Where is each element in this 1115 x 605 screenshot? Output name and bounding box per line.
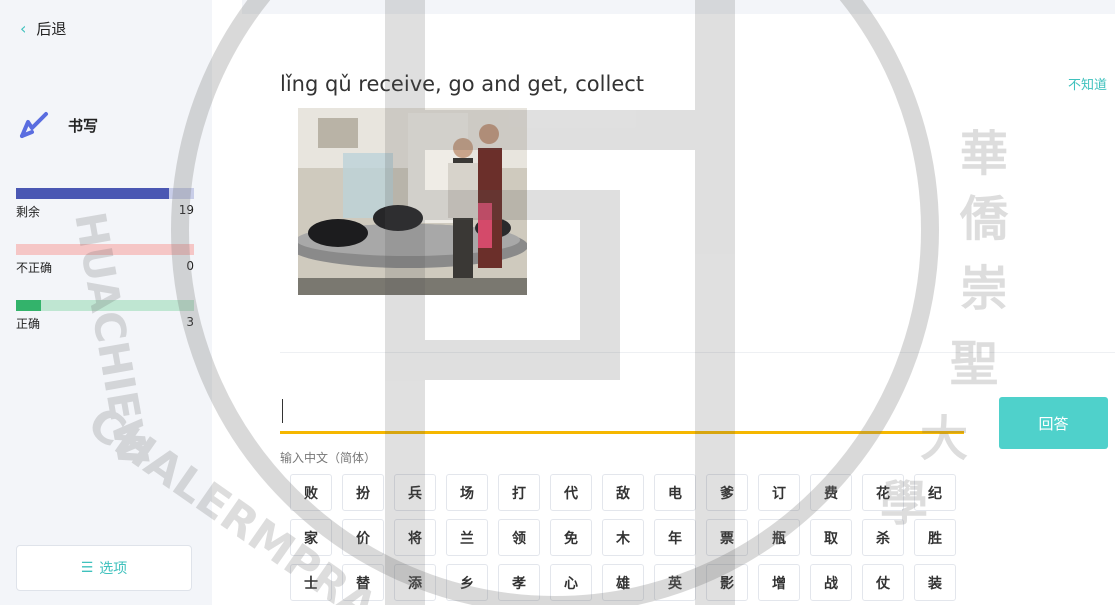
baggage-claim-photo bbox=[298, 108, 527, 295]
character-key[interactable]: 敌 bbox=[602, 474, 644, 511]
incorrect-label: 不正确 bbox=[16, 261, 53, 275]
character-key[interactable]: 胜 bbox=[914, 519, 956, 556]
input-hint: 输入中文（简体） bbox=[280, 451, 377, 465]
stat-remaining: 剩余 19 bbox=[16, 188, 194, 220]
back-button[interactable]: ‹ 后退 bbox=[20, 18, 66, 39]
character-key[interactable]: 家 bbox=[290, 519, 332, 556]
dont-know-link[interactable]: 不知道 bbox=[1068, 74, 1107, 93]
character-key[interactable]: 木 bbox=[602, 519, 644, 556]
options-label: 选项 bbox=[99, 561, 128, 577]
character-keyboard: 败扮兵场打代敌电爹订费花纪家价将兰领免木年票瓶取杀胜士替添乡孝心雄英影增战仗装 bbox=[290, 474, 956, 601]
character-key[interactable]: 英 bbox=[654, 564, 696, 601]
character-key[interactable]: 爹 bbox=[706, 474, 748, 511]
character-key[interactable]: 乡 bbox=[446, 564, 488, 601]
prompt-text: lǐng qǔ receive, go and get, collect bbox=[280, 72, 645, 96]
character-key[interactable]: 免 bbox=[550, 519, 592, 556]
character-key[interactable]: 订 bbox=[758, 474, 800, 511]
mode-label: 书写 bbox=[68, 116, 99, 135]
answer-button[interactable]: 回答 bbox=[999, 397, 1108, 449]
character-key[interactable]: 花 bbox=[862, 474, 904, 511]
character-key[interactable]: 打 bbox=[498, 474, 540, 511]
chevron-left-icon: ‹ bbox=[20, 19, 27, 38]
character-key[interactable]: 心 bbox=[550, 564, 592, 601]
character-key[interactable]: 领 bbox=[498, 519, 540, 556]
character-key[interactable]: 将 bbox=[394, 519, 436, 556]
character-key[interactable]: 扮 bbox=[342, 474, 384, 511]
correct-progress-fill bbox=[16, 300, 41, 311]
character-key[interactable]: 战 bbox=[810, 564, 852, 601]
character-key[interactable]: 败 bbox=[290, 474, 332, 511]
character-key[interactable]: 孝 bbox=[498, 564, 540, 601]
character-key[interactable]: 价 bbox=[342, 519, 384, 556]
stat-incorrect: 不正确 0 bbox=[16, 244, 194, 276]
sidebar: ‹ 后退 书写 剩余 19 不正确 0 正确 3 ☰ 选项 bbox=[0, 0, 212, 605]
character-key[interactable]: 取 bbox=[810, 519, 852, 556]
options-button[interactable]: ☰ 选项 bbox=[16, 545, 192, 591]
main-panel: lǐng qǔ receive, go and get, collect 不知道… bbox=[212, 0, 1115, 605]
mode-indicator: 书写 bbox=[18, 110, 98, 140]
menu-icon: ☰ bbox=[80, 560, 94, 576]
character-key[interactable]: 费 bbox=[810, 474, 852, 511]
answer-input[interactable] bbox=[280, 392, 964, 434]
character-key[interactable]: 替 bbox=[342, 564, 384, 601]
character-key[interactable]: 场 bbox=[446, 474, 488, 511]
remaining-progress-bar bbox=[16, 188, 194, 199]
remaining-label: 剩余 bbox=[16, 205, 41, 219]
character-key[interactable]: 仗 bbox=[862, 564, 904, 601]
photo-illustration bbox=[298, 108, 527, 295]
character-key[interactable]: 雄 bbox=[602, 564, 644, 601]
correct-value: 3 bbox=[186, 315, 194, 329]
character-key[interactable]: 代 bbox=[550, 474, 592, 511]
character-key[interactable]: 电 bbox=[654, 474, 696, 511]
character-key[interactable]: 兰 bbox=[446, 519, 488, 556]
character-key[interactable]: 士 bbox=[290, 564, 332, 601]
incorrect-progress-bar bbox=[16, 244, 194, 255]
stat-correct: 正确 3 bbox=[16, 300, 194, 332]
character-key[interactable]: 添 bbox=[394, 564, 436, 601]
character-key[interactable]: 纪 bbox=[914, 474, 956, 511]
correct-progress-bar bbox=[16, 300, 194, 311]
pen-icon bbox=[20, 112, 48, 138]
divider bbox=[280, 352, 1115, 353]
remaining-value: 19 bbox=[178, 203, 194, 217]
text-caret bbox=[282, 399, 283, 423]
character-key[interactable]: 杀 bbox=[862, 519, 904, 556]
character-key[interactable]: 年 bbox=[654, 519, 696, 556]
top-strip bbox=[242, 0, 1115, 14]
character-key[interactable]: 兵 bbox=[394, 474, 436, 511]
character-key[interactable]: 影 bbox=[706, 564, 748, 601]
character-key[interactable]: 瓶 bbox=[758, 519, 800, 556]
remaining-progress-fill bbox=[16, 188, 170, 199]
correct-label: 正确 bbox=[16, 317, 41, 331]
character-key[interactable]: 票 bbox=[706, 519, 748, 556]
incorrect-value: 0 bbox=[186, 259, 194, 273]
back-label: 后退 bbox=[36, 20, 67, 38]
character-key[interactable]: 装 bbox=[914, 564, 956, 601]
character-key[interactable]: 增 bbox=[758, 564, 800, 601]
